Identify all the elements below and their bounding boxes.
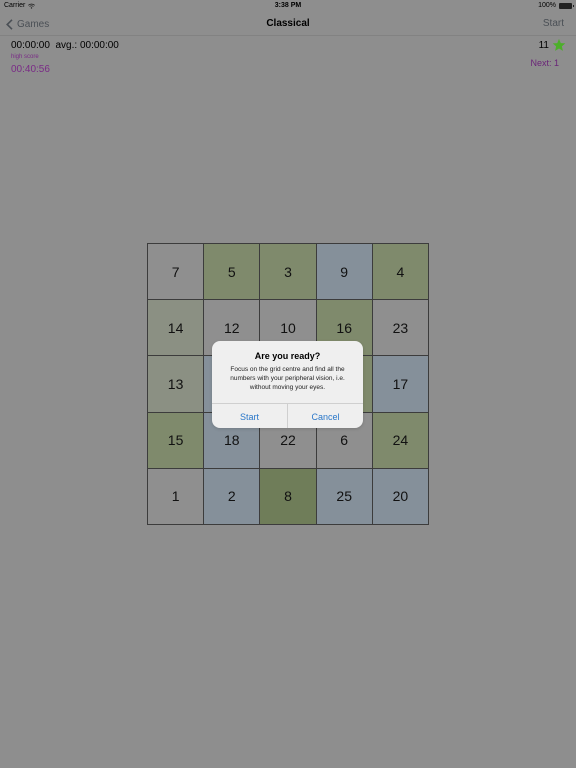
grid-cell[interactable]: 8 <box>260 468 316 524</box>
grid-cell[interactable]: 3 <box>260 244 316 300</box>
high-score-value: 00:40:56 <box>11 64 50 75</box>
grid-cell[interactable]: 2 <box>204 468 260 524</box>
dialog-message: Focus on the grid centre and find all th… <box>230 366 345 391</box>
ready-dialog: Are you ready? Focus on the grid centre … <box>212 341 363 428</box>
grid-cell[interactable]: 25 <box>316 468 372 524</box>
grid-cell[interactable]: 4 <box>372 244 428 300</box>
grid-cell[interactable]: 1 <box>148 468 204 524</box>
status-bar: Carrier 3:38 PM 100% <box>0 0 576 12</box>
dialog-buttons: Start Cancel <box>212 403 363 428</box>
battery-percent: 100% <box>538 2 556 9</box>
grid-cell[interactable]: 24 <box>372 412 428 468</box>
stars-count: 11 <box>538 39 549 51</box>
grid-cell[interactable]: 14 <box>148 300 204 356</box>
grid-cell[interactable]: 20 <box>372 468 428 524</box>
dialog-cancel-button[interactable]: Cancel <box>287 404 363 428</box>
grid-cell[interactable]: 23 <box>372 300 428 356</box>
start-button[interactable]: Start <box>543 12 564 36</box>
stars-counter: 11 <box>539 38 566 52</box>
battery-icon <box>559 3 574 9</box>
star-icon <box>552 38 566 51</box>
battery-info: 100% <box>538 0 574 12</box>
navigation-bar: Games Classical Start <box>0 12 576 36</box>
grid-cell[interactable]: 7 <box>148 244 204 300</box>
grid-cell[interactable]: 5 <box>204 244 260 300</box>
grid-cell[interactable]: 15 <box>148 412 204 468</box>
dialog-title: Are you ready? <box>254 351 321 361</box>
grid-cell[interactable]: 17 <box>372 356 428 412</box>
grid-cell[interactable]: 13 <box>148 356 204 412</box>
status-time: 3:38 PM <box>274 2 302 9</box>
page-title: Classical <box>266 18 310 29</box>
high-score-label: high score <box>11 54 39 60</box>
dialog-start-button[interactable]: Start <box>212 404 287 428</box>
grid-cell[interactable]: 9 <box>316 244 372 300</box>
next-number-label: Next: 1 <box>530 58 559 68</box>
timer-display: 00:00:00 avg.: 00:00:00 <box>11 40 119 51</box>
